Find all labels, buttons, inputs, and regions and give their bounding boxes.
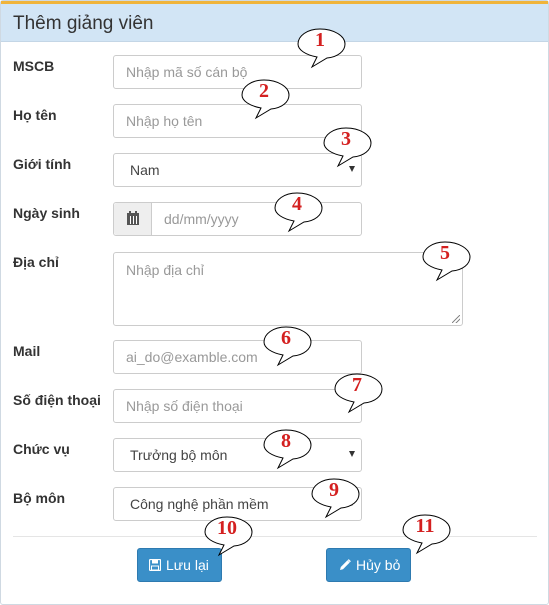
callout-number: 9 — [329, 479, 339, 501]
callout-8: 8 — [262, 428, 322, 470]
callout-number: 2 — [259, 80, 269, 102]
department-value: Công nghệ phần mềm — [130, 496, 269, 512]
gender-value: Nam — [130, 162, 160, 178]
fullname-placeholder: Nhập họ tên — [126, 113, 203, 129]
panel-title: Thêm giảng viên — [13, 13, 154, 34]
fullname-label: Họ tên — [13, 107, 57, 123]
birthdate-placeholder: dd/mm/yyyy — [164, 211, 239, 227]
mail-placeholder: ai_do@examble.com — [126, 349, 258, 365]
address-textarea[interactable]: Nhập địa chỉ — [113, 252, 463, 326]
mscb-label: MSCB — [13, 58, 55, 74]
position-label: Chức vụ — [13, 441, 70, 457]
address-label: Địa chỉ — [13, 254, 59, 270]
position-value: Trưởng bộ môn — [130, 447, 228, 463]
phone-input[interactable]: Nhập số điện thoại — [113, 389, 362, 423]
save-icon — [149, 559, 161, 571]
callout-1: 1 — [296, 27, 356, 69]
pencil-icon — [340, 559, 351, 570]
cancel-button[interactable]: Hủy bỏ — [326, 548, 411, 582]
address-placeholder: Nhập địa chỉ — [126, 262, 204, 278]
callout-7: 7 — [333, 372, 393, 414]
mail-label: Mail — [13, 343, 41, 359]
birthdate-label: Ngày sinh — [13, 205, 80, 221]
callout-3: 3 — [322, 126, 382, 168]
callout-number: 6 — [281, 327, 291, 349]
department-label: Bộ môn — [13, 490, 66, 506]
callout-number: 7 — [352, 374, 362, 396]
calendar-icon[interactable] — [114, 203, 152, 235]
cancel-button-label: Hủy bỏ — [356, 557, 401, 573]
callout-4: 4 — [273, 191, 333, 233]
resize-grip-icon[interactable] — [452, 315, 460, 323]
callout-number: 8 — [281, 430, 291, 452]
callout-number: 5 — [440, 242, 450, 264]
callout-5: 5 — [421, 240, 481, 282]
phone-label: Số điện thoại — [13, 392, 101, 408]
callout-6: 6 — [262, 325, 322, 367]
callout-number: 10 — [217, 517, 237, 539]
gender-label: Giới tính — [13, 156, 72, 172]
mail-input[interactable]: ai_do@examble.com — [113, 340, 362, 374]
callout-2: 2 — [240, 78, 300, 120]
callout-11: 11 — [401, 513, 461, 555]
callout-number: 11 — [415, 515, 435, 537]
callout-number: 3 — [341, 128, 351, 150]
save-button-label: Lưu lại — [166, 557, 209, 573]
chevron-down-icon — [349, 451, 355, 457]
callout-9: 9 — [310, 477, 370, 519]
callout-10: 10 — [203, 515, 263, 557]
callout-number: 4 — [292, 193, 302, 215]
phone-placeholder: Nhập số điện thoại — [126, 398, 243, 414]
panel-heading: Thêm giảng viên — [1, 1, 548, 42]
position-select[interactable]: Trưởng bộ môn — [113, 438, 362, 472]
mscb-placeholder: Nhập mã số cán bộ — [126, 64, 248, 80]
callout-number: 1 — [315, 29, 325, 51]
